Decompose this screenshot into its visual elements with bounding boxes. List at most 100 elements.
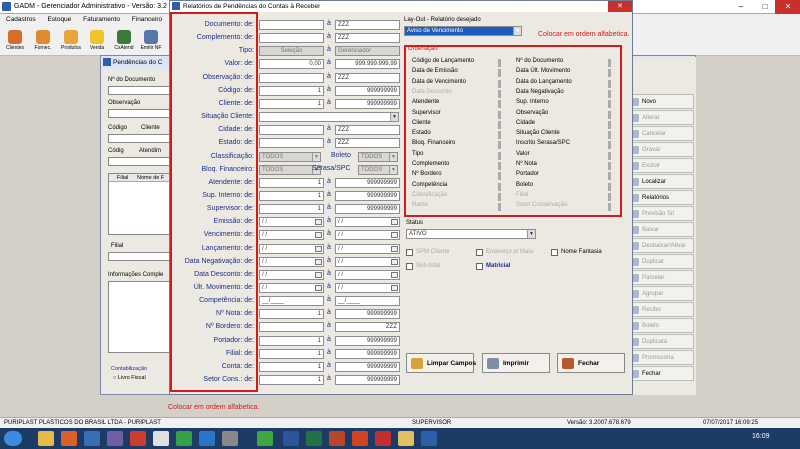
boleto-button[interactable]: Boleto bbox=[628, 318, 694, 333]
order-slot[interactable] bbox=[498, 131, 501, 140]
ordenacao-option[interactable]: Data de Emissão bbox=[412, 68, 458, 74]
taskbar-ie-icon[interactable] bbox=[84, 431, 100, 446]
ordenacao-option[interactable]: Data Últ. Movimento bbox=[516, 68, 570, 74]
calendar-icon[interactable] bbox=[391, 232, 398, 239]
taskbar-app3-icon[interactable] bbox=[153, 431, 169, 446]
desbaixar-button[interactable]: Desbaixar/Ativar bbox=[628, 238, 694, 253]
ordenacao-option[interactable]: Data Desconto bbox=[412, 89, 452, 95]
ordenacao-option[interactable]: Data Negativação bbox=[516, 89, 564, 95]
livro-fiscal-radio[interactable]: ○ Livro Fiscal bbox=[113, 375, 146, 381]
ordenacao-option[interactable]: Estado bbox=[412, 130, 431, 136]
duplicata-button[interactable]: Duplicata bbox=[628, 334, 694, 349]
order-slot[interactable] bbox=[498, 203, 501, 212]
toolbar-clientes[interactable]: Clientes bbox=[2, 28, 28, 55]
order-slot[interactable] bbox=[608, 89, 611, 98]
order-slot[interactable] bbox=[498, 182, 501, 191]
endereco-mala-checkbox[interactable] bbox=[476, 249, 483, 256]
calendar-icon[interactable] bbox=[391, 245, 398, 252]
filter-to-input[interactable]: / / bbox=[335, 243, 400, 254]
filter-from-input[interactable]: / / bbox=[259, 243, 324, 254]
filter-to-input[interactable]: / / bbox=[335, 230, 400, 241]
order-slot[interactable] bbox=[498, 69, 501, 78]
filter-to-input[interactable]: / / bbox=[335, 283, 400, 293]
ordenacao-option[interactable]: Atendente bbox=[412, 99, 439, 105]
order-slot[interactable] bbox=[498, 162, 501, 170]
toolbar-fornec[interactable]: Fornec. bbox=[30, 28, 56, 55]
order-slot[interactable] bbox=[498, 192, 501, 201]
ordenacao-option[interactable]: Nº do Documento bbox=[516, 58, 563, 64]
filter-to-input[interactable]: 999999999 bbox=[335, 190, 400, 201]
filter-to-select[interactable]: TODOS ▼ bbox=[358, 151, 398, 162]
filter-to-input[interactable]: 999999999 bbox=[335, 335, 400, 346]
order-slot[interactable] bbox=[608, 141, 611, 150]
filter-to-input[interactable]: 999.999.999,99 bbox=[335, 59, 400, 70]
ordenacao-option[interactable]: Portador bbox=[516, 171, 539, 177]
order-slot[interactable] bbox=[608, 120, 611, 129]
taskbar-app2-icon[interactable] bbox=[130, 431, 146, 446]
calendar-icon[interactable] bbox=[391, 271, 398, 278]
filter-from-input[interactable]: / / bbox=[259, 283, 324, 293]
filter-to-select[interactable]: TODOS ▼ bbox=[358, 164, 398, 175]
info-field[interactable] bbox=[108, 281, 170, 353]
excluir-button[interactable]: Excluir bbox=[628, 158, 694, 173]
filter-to-input[interactable]: / / bbox=[335, 256, 400, 267]
minimize-button[interactable]: – bbox=[728, 0, 754, 14]
order-slot[interactable] bbox=[498, 79, 501, 88]
layout-select[interactable]: Aviso de Vencimento ▼ bbox=[404, 26, 522, 36]
filter-from-input[interactable]: 1 bbox=[259, 361, 324, 372]
cancelar-button[interactable]: Cancelar bbox=[628, 126, 694, 141]
toolbar-venda[interactable]: Venda bbox=[84, 28, 110, 55]
filter-from-input[interactable] bbox=[259, 125, 324, 136]
taskbar-app8-icon[interactable] bbox=[375, 431, 391, 446]
calendar-icon[interactable] bbox=[315, 245, 322, 252]
ordenacao-option[interactable]: Classificação bbox=[412, 192, 447, 198]
order-slot[interactable] bbox=[498, 100, 501, 109]
filter-to-input[interactable]: 999999999 bbox=[335, 375, 400, 386]
menu-financeiro[interactable]: Financeiro bbox=[132, 16, 162, 23]
recibo-button[interactable]: Recibo bbox=[628, 302, 694, 317]
filter-to-input[interactable]: 999999999 bbox=[335, 309, 400, 320]
gravar-button[interactable]: Gravar bbox=[628, 142, 694, 157]
filter-to-input[interactable]: / / bbox=[335, 269, 400, 280]
taskbar-app5-icon[interactable] bbox=[199, 431, 215, 446]
order-slot[interactable] bbox=[608, 203, 611, 212]
filter-from-input[interactable]: 1 bbox=[259, 335, 324, 346]
subtotal-checkbox[interactable] bbox=[406, 263, 413, 270]
menu-cadastros[interactable]: Cadastros bbox=[6, 16, 36, 23]
order-slot[interactable] bbox=[608, 131, 611, 140]
ordenacao-option[interactable]: Observação bbox=[516, 110, 548, 116]
taskbar-app6-icon[interactable] bbox=[222, 431, 238, 446]
baixar-button[interactable]: Baixar bbox=[628, 222, 694, 237]
fechar-panel-button[interactable]: Fechar bbox=[628, 366, 694, 381]
order-slot[interactable] bbox=[498, 120, 501, 129]
close-app-button[interactable]: ✕ bbox=[775, 0, 800, 14]
order-slot[interactable] bbox=[608, 110, 611, 119]
filter-to-input[interactable]: Gerenciador bbox=[335, 46, 400, 57]
menu-faturamento[interactable]: Faturamento bbox=[83, 16, 120, 23]
ordenacao-option[interactable]: Ramo bbox=[412, 202, 428, 208]
filter-to-input[interactable]: ZZZ bbox=[335, 33, 400, 44]
filter-from-input[interactable]: 1 bbox=[259, 204, 324, 215]
ordenacao-option[interactable]: Bloq. Financeiro bbox=[412, 140, 455, 146]
order-slot[interactable] bbox=[498, 110, 501, 119]
promissoria-button[interactable]: Promissória bbox=[628, 350, 694, 365]
filter-to-input[interactable]: __/____ bbox=[335, 296, 400, 307]
filter-from-input[interactable]: 1 bbox=[259, 98, 324, 109]
spm-cliente-checkbox[interactable] bbox=[406, 249, 413, 256]
filter-from-input[interactable]: 0,00 bbox=[259, 59, 324, 70]
ordenacao-option[interactable]: Código de Lançamento bbox=[412, 58, 474, 64]
taskbar-app9-icon[interactable] bbox=[398, 431, 414, 446]
taskbar-word-icon[interactable] bbox=[283, 431, 299, 446]
ordenacao-option[interactable]: Supervisor bbox=[412, 110, 441, 116]
taskbar-excel-icon[interactable] bbox=[306, 431, 322, 446]
filter-to-input[interactable]: 999999999 bbox=[335, 85, 400, 96]
calendar-icon[interactable] bbox=[315, 258, 322, 265]
filial-grid[interactable]: Filial Nome de F bbox=[108, 173, 170, 235]
status-select[interactable]: ATIVO ▼ bbox=[406, 229, 536, 239]
filter-from-input[interactable] bbox=[259, 33, 324, 44]
observacao-field[interactable] bbox=[108, 109, 170, 118]
report-dialog-close[interactable]: ✕ bbox=[608, 1, 632, 12]
filial-field[interactable] bbox=[108, 252, 170, 261]
filter-from-input[interactable]: 1 bbox=[259, 177, 324, 188]
order-slot[interactable] bbox=[608, 151, 611, 160]
